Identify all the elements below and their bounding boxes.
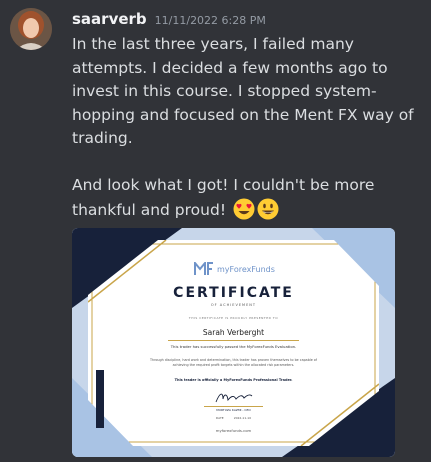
timestamp[interactable]: 11/11/2022 6:28 PM <box>155 14 266 27</box>
certificate-subtitle: OF ACHIEVEMENT <box>210 303 257 307</box>
message-header: saarverb 11/11/2022 6:28 PM <box>72 10 266 28</box>
avatar-image <box>10 8 52 50</box>
recipient-underline <box>168 340 299 341</box>
certificate-date-value: 2022-11-10 <box>233 416 252 420</box>
certificate-recipient: Sarah Verberght <box>202 328 265 337</box>
grinning-face-emoji-icon <box>257 198 279 220</box>
heart-eyes-emoji-icon <box>233 198 255 220</box>
certificate-date-label: DATE <box>215 416 224 420</box>
certificate-passed-line: This trader has successfully passed the … <box>170 344 297 349</box>
message-paragraph-1: In the last three years, I failed many a… <box>72 35 419 147</box>
certificate-title: CERTIFICATE <box>173 285 294 301</box>
message-content: In the last three years, I failed many a… <box>72 33 422 222</box>
certificate-signer: MURTUZA KAZMI - CEO <box>216 408 251 412</box>
brand-name: myForexFunds <box>217 264 275 274</box>
brand-logo-icon <box>194 262 213 275</box>
certificate-logo: myForexFunds <box>194 262 275 276</box>
certificate-body-text: Through discipline, hard work and determ… <box>150 358 317 367</box>
username[interactable]: saarverb <box>72 10 147 28</box>
signature-icon <box>215 393 253 403</box>
image-attachment[interactable]: myForexFunds CERTIFICATE OF ACHIEVEMENT … <box>72 228 395 457</box>
user-avatar[interactable] <box>10 8 52 50</box>
signature-line <box>204 406 263 407</box>
message-paragraph-2: And look what I got! I couldn't be more … <box>72 176 380 219</box>
certificate-presented-line: THIS CERTIFICATE IS PROUDLY PRESENTED TO <box>188 316 279 320</box>
certificate-official-line: This trader is officially a MyForexFunds… <box>174 378 293 382</box>
certificate-website: myforexfunds.com <box>215 428 252 433</box>
certificate-card: myForexFunds CERTIFICATE OF ACHIEVEMENT … <box>88 240 379 446</box>
certificate-date-row: DATE 2022-11-10 <box>88 416 379 420</box>
